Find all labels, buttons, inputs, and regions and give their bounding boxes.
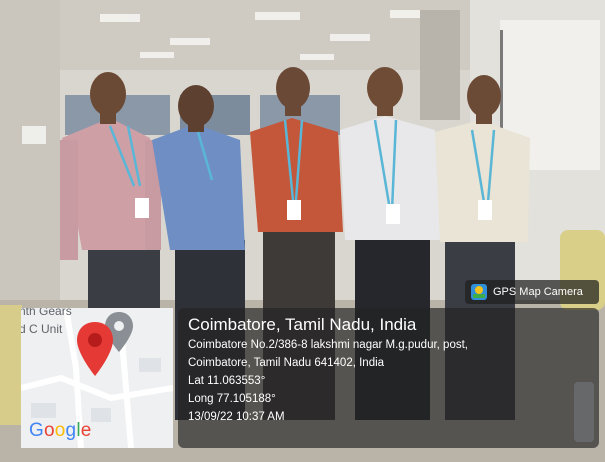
app-name: GPS Map Camera xyxy=(493,286,583,298)
google-logo: Google xyxy=(29,420,92,442)
google-logo-letter-g: G xyxy=(29,420,44,441)
latitude: Lat 11.063553° xyxy=(188,375,266,387)
longitude: Long 77.105188° xyxy=(188,393,276,405)
google-logo-letter-e: e xyxy=(80,420,92,441)
location-info-panel: Coimbatore, Tamil Nadu, India Coimbatore… xyxy=(178,308,599,448)
red-location-pin-icon xyxy=(77,322,113,376)
map-thumbnail: nth Gears d C Unit Google xyxy=(21,308,173,448)
google-logo-letter-g2: g xyxy=(65,420,77,441)
google-logo-letter-o1: o xyxy=(43,420,55,441)
gps-map-camera-badge: GPS Map Camera xyxy=(465,280,599,304)
photo-frame: GPS Map Camera nth Gears d C Unit Google… xyxy=(0,0,605,462)
date-time: 13/09/22 10:37 AM xyxy=(188,411,285,423)
google-logo-letter-o2: o xyxy=(54,420,66,441)
address-line-2: Coimbatore, Tamil Nadu 641402, India xyxy=(188,357,385,369)
gps-map-camera-app-icon xyxy=(471,284,487,300)
location-title: Coimbatore, Tamil Nadu, India xyxy=(188,315,417,334)
address-line-1: Coimbatore No.2/386-8 lakshmi nagar M.g.… xyxy=(188,339,468,351)
